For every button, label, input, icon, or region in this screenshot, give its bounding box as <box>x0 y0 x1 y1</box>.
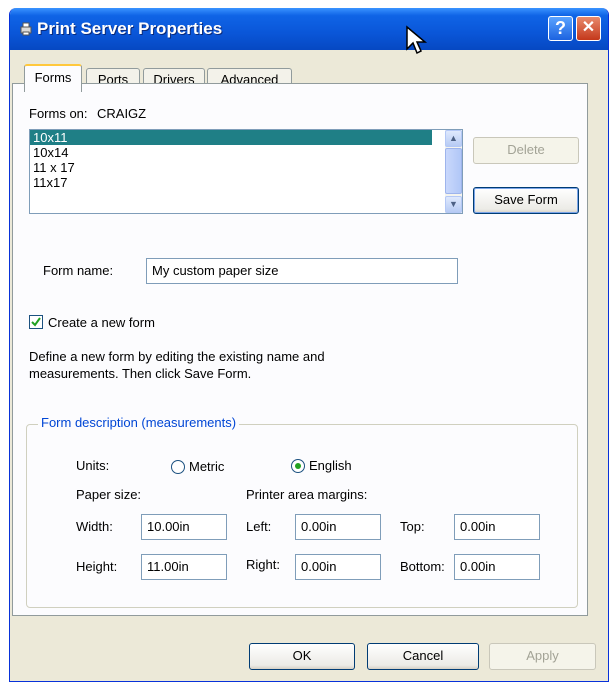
printer-icon <box>20 22 32 36</box>
top-label: Top: <box>400 519 425 534</box>
right-margin-field[interactable]: 0.00in <box>295 554 381 580</box>
close-button[interactable]: ✕ <box>576 16 601 41</box>
scroll-down-icon[interactable]: ▼ <box>445 196 462 213</box>
forms-on-label: Forms on: <box>29 106 88 121</box>
list-item[interactable]: 11 x 17 <box>30 160 432 175</box>
apply-button[interactable]: Apply <box>489 643 596 670</box>
metric-radio[interactable] <box>171 460 185 474</box>
paper-size-label: Paper size: <box>76 487 142 502</box>
save-form-button[interactable]: Save Form <box>473 187 579 214</box>
title-bar[interactable]: Print Server Properties ? ✕ <box>10 8 608 50</box>
tab-forms[interactable]: Forms <box>24 64 82 92</box>
list-item[interactable]: 11x17 <box>30 175 432 190</box>
top-margin-field[interactable]: 0.00in <box>454 514 540 540</box>
scroll-thumb[interactable] <box>445 148 462 194</box>
cancel-button[interactable]: Cancel <box>367 643 479 670</box>
delete-button[interactable]: Delete <box>473 137 579 164</box>
vertical-scrollbar[interactable]: ▲ ▼ <box>445 130 462 213</box>
list-item[interactable]: 10x14 <box>30 145 432 160</box>
form-name-field[interactable]: My custom paper size <box>146 258 458 284</box>
mouse-cursor-icon <box>406 25 428 55</box>
left-label: Left: <box>246 519 272 534</box>
width-label: Width: <box>76 519 113 534</box>
measurements-group-title: Form description (measurements) <box>38 415 240 430</box>
radio-selected-dot <box>295 463 301 469</box>
window-title: Print Server Properties <box>37 19 223 38</box>
checkmark-icon <box>31 317 41 327</box>
height-label: Height: <box>76 559 118 574</box>
bottom-label: Bottom: <box>400 559 445 574</box>
forms-listbox[interactable]: 10x11 10x14 11 x 17 11x17 ▲ ▼ <box>29 129 463 214</box>
create-new-form-checkbox[interactable] <box>29 315 43 329</box>
left-margin-field[interactable]: 0.00in <box>295 514 381 540</box>
metric-label[interactable]: Metric <box>189 459 224 474</box>
margins-label: Printer area margins: <box>246 487 368 502</box>
height-field[interactable]: 11.00in <box>141 554 227 580</box>
list-item[interactable]: 10x11 <box>30 130 432 145</box>
width-field[interactable]: 10.00in <box>141 514 227 540</box>
server-name: CRAIGZ <box>97 106 147 121</box>
english-label[interactable]: English <box>309 458 352 473</box>
help-button[interactable]: ? <box>548 16 573 41</box>
right-label: Right: <box>246 557 280 572</box>
scroll-up-icon[interactable]: ▲ <box>445 130 462 147</box>
form-name-label: Form name: <box>43 263 114 278</box>
create-new-form-label[interactable]: Create a new form <box>48 315 155 330</box>
ok-button[interactable]: OK <box>249 643 355 670</box>
description-text-line2: measurements. Then click Save Form. <box>29 366 252 381</box>
units-label: Units: <box>76 458 110 473</box>
english-radio[interactable] <box>291 459 305 473</box>
description-text-line1: Define a new form by editing the existin… <box>29 349 325 364</box>
bottom-margin-field[interactable]: 0.00in <box>454 554 540 580</box>
